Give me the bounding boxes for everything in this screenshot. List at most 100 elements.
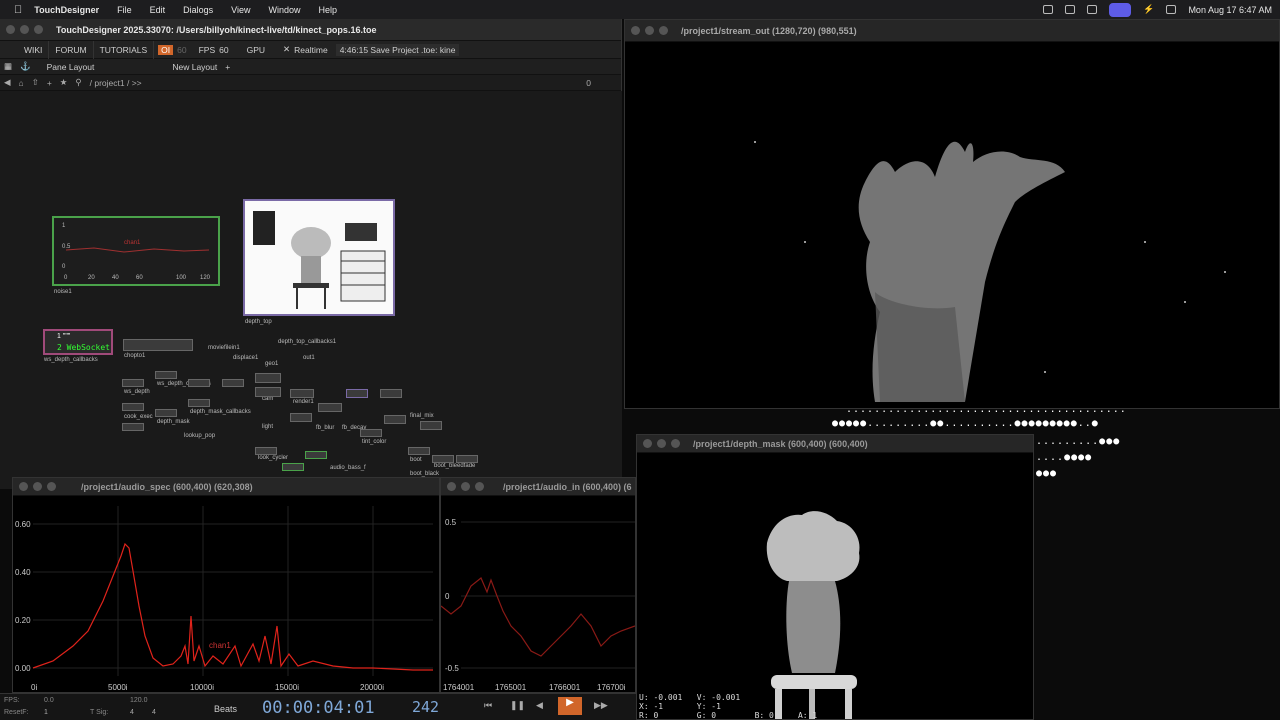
- depth-mask-window[interactable]: /project1/depth_mask (600,400) (600,400)…: [636, 434, 1034, 720]
- node-depth-mask[interactable]: depth_mask: [157, 419, 190, 425]
- wiki-button[interactable]: WIKI: [18, 40, 50, 59]
- step-forward-icon[interactable]: ▶▶: [594, 700, 608, 711]
- up-icon[interactable]: ⇧: [32, 77, 39, 88]
- node-ws-depth[interactable]: ws_depth: [124, 389, 150, 395]
- home-icon[interactable]: ⌂: [19, 78, 24, 88]
- zoom-button[interactable]: [475, 482, 484, 491]
- node-displace[interactable]: displace1: [233, 355, 258, 361]
- tile[interactable]: [122, 379, 144, 387]
- tile[interactable]: [155, 409, 177, 417]
- zoom-button[interactable]: [47, 482, 56, 491]
- close-button[interactable]: [19, 482, 28, 491]
- tile[interactable]: [456, 455, 478, 463]
- tile[interactable]: [255, 387, 281, 397]
- node-lookup-pop[interactable]: lookup_pop: [184, 433, 215, 439]
- audio-in-window[interactable]: /project1/audio_in (600,400) (6 0.5 0 -0…: [440, 477, 636, 693]
- menu-file[interactable]: File: [117, 5, 132, 15]
- play-button[interactable]: ▶: [558, 697, 582, 715]
- node-audio-bass[interactable]: audio_bass_f: [330, 465, 366, 471]
- menu-help[interactable]: Help: [319, 5, 338, 15]
- star-icon[interactable]: ★: [60, 77, 68, 88]
- audio-spec-window[interactable]: /project1/audio_spec (600,400) (620,308)…: [12, 477, 440, 693]
- network-path[interactable]: / project1 / >>: [90, 78, 142, 88]
- node-tint-color[interactable]: tint_color: [362, 439, 386, 445]
- node-depth-mask-callbacks[interactable]: depth_mask_callbacks: [190, 409, 251, 415]
- pin-icon[interactable]: ⚓: [20, 61, 31, 72]
- node-out[interactable]: out1: [303, 355, 315, 361]
- main-titlebar[interactable]: TouchDesigner 2025.33070: /Users/billyoh…: [0, 19, 621, 41]
- tile[interactable]: [188, 379, 210, 387]
- node-cook-exec[interactable]: cook_exec: [124, 414, 153, 420]
- tile[interactable]: [318, 403, 342, 412]
- audio-in-titlebar[interactable]: /project1/audio_in (600,400) (6: [441, 478, 635, 496]
- zoom-button[interactable]: [34, 25, 43, 34]
- menu-window[interactable]: Window: [269, 5, 301, 15]
- tsig-b[interactable]: 4: [152, 709, 156, 716]
- tempo[interactable]: 120.0: [130, 697, 148, 704]
- menu-view[interactable]: View: [231, 5, 250, 15]
- step-back-icon[interactable]: ◀: [536, 700, 543, 711]
- pane-index[interactable]: 0: [586, 78, 591, 88]
- node-fb-blur[interactable]: fb_blur: [316, 425, 334, 431]
- zoom-button[interactable]: [659, 26, 668, 35]
- rewind-icon[interactable]: ⏮: [484, 700, 492, 711]
- tile[interactable]: [188, 399, 210, 407]
- ws-callbacks-dat[interactable]: 1 """ 2 WebSocket: [43, 329, 113, 355]
- tile[interactable]: [282, 463, 304, 471]
- minimize-button[interactable]: [33, 482, 42, 491]
- close-button[interactable]: [447, 482, 456, 491]
- new-layout-button[interactable]: New Layout: [172, 62, 217, 72]
- audio-spec-titlebar[interactable]: /project1/audio_spec (600,400) (620,308): [13, 478, 439, 496]
- pause-icon[interactable]: ❚❚: [510, 700, 525, 711]
- resetf-val[interactable]: 1: [44, 709, 48, 716]
- node-render[interactable]: render1: [293, 399, 314, 405]
- realtime-checkbox[interactable]: ✕: [283, 44, 290, 55]
- menu-dialogs[interactable]: Dialogs: [183, 5, 213, 15]
- node-light[interactable]: light: [262, 424, 273, 430]
- back-icon[interactable]: ◀: [4, 77, 11, 88]
- tile[interactable]: [408, 447, 430, 455]
- tile[interactable]: [346, 389, 368, 398]
- tile[interactable]: [290, 389, 314, 398]
- node-moviefilein[interactable]: moviefilein1: [208, 345, 240, 351]
- menu-edit[interactable]: Edit: [150, 5, 166, 15]
- menubar-clock[interactable]: Mon Aug 17 6:47 AM: [1188, 5, 1272, 15]
- tile[interactable]: [380, 389, 402, 398]
- pane-layout-button[interactable]: Pane Layout: [47, 62, 95, 72]
- app-menu[interactable]: TouchDesigner: [34, 5, 99, 15]
- node-look-cycler[interactable]: look_cycler: [258, 455, 288, 461]
- gpu-button[interactable]: GPU: [247, 45, 265, 55]
- node-final-mix[interactable]: final_mix: [410, 413, 434, 419]
- search-icon[interactable]: ⚲: [75, 77, 81, 88]
- control-center-icon[interactable]: [1166, 5, 1177, 14]
- oi-badge[interactable]: OI: [158, 44, 174, 55]
- minimize-button[interactable]: [657, 439, 666, 448]
- tile[interactable]: [122, 423, 144, 431]
- close-button[interactable]: [631, 26, 640, 35]
- tile[interactable]: [360, 429, 382, 437]
- tile[interactable]: [122, 403, 144, 411]
- zoom-button[interactable]: [671, 439, 680, 448]
- tile[interactable]: [290, 413, 312, 422]
- tile[interactable]: [432, 455, 454, 463]
- status-icon[interactable]: [1043, 5, 1054, 14]
- tile[interactable]: [255, 373, 281, 383]
- node-geo[interactable]: geo1: [265, 361, 278, 367]
- timecode[interactable]: 00:00:04:01: [262, 698, 375, 718]
- tile[interactable]: [420, 421, 442, 430]
- tile[interactable]: [255, 447, 277, 455]
- stream-out-window[interactable]: /project1/stream_out (1280,720) (980,551…: [624, 19, 1280, 409]
- minimize-button[interactable]: [20, 25, 29, 34]
- stage-manager-icon[interactable]: [1109, 2, 1132, 17]
- apple-icon[interactable]: : [14, 4, 22, 16]
- depth-mask-titlebar[interactable]: /project1/depth_mask (600,400) (600,400): [637, 435, 1033, 453]
- fps-value[interactable]: 60: [219, 45, 228, 55]
- add-layout-icon[interactable]: +: [225, 62, 230, 72]
- beats-button[interactable]: Beats: [214, 704, 237, 714]
- chopto-node[interactable]: [123, 339, 193, 351]
- tutorials-button[interactable]: TUTORIALS: [94, 40, 155, 59]
- close-button[interactable]: [643, 439, 652, 448]
- depth-top-node[interactable]: [243, 199, 395, 316]
- frame-counter[interactable]: 242: [412, 698, 439, 716]
- network-editor[interactable]: 1 0.5 0 chan1 0 20 40 60 100 120 noise1: [0, 91, 622, 489]
